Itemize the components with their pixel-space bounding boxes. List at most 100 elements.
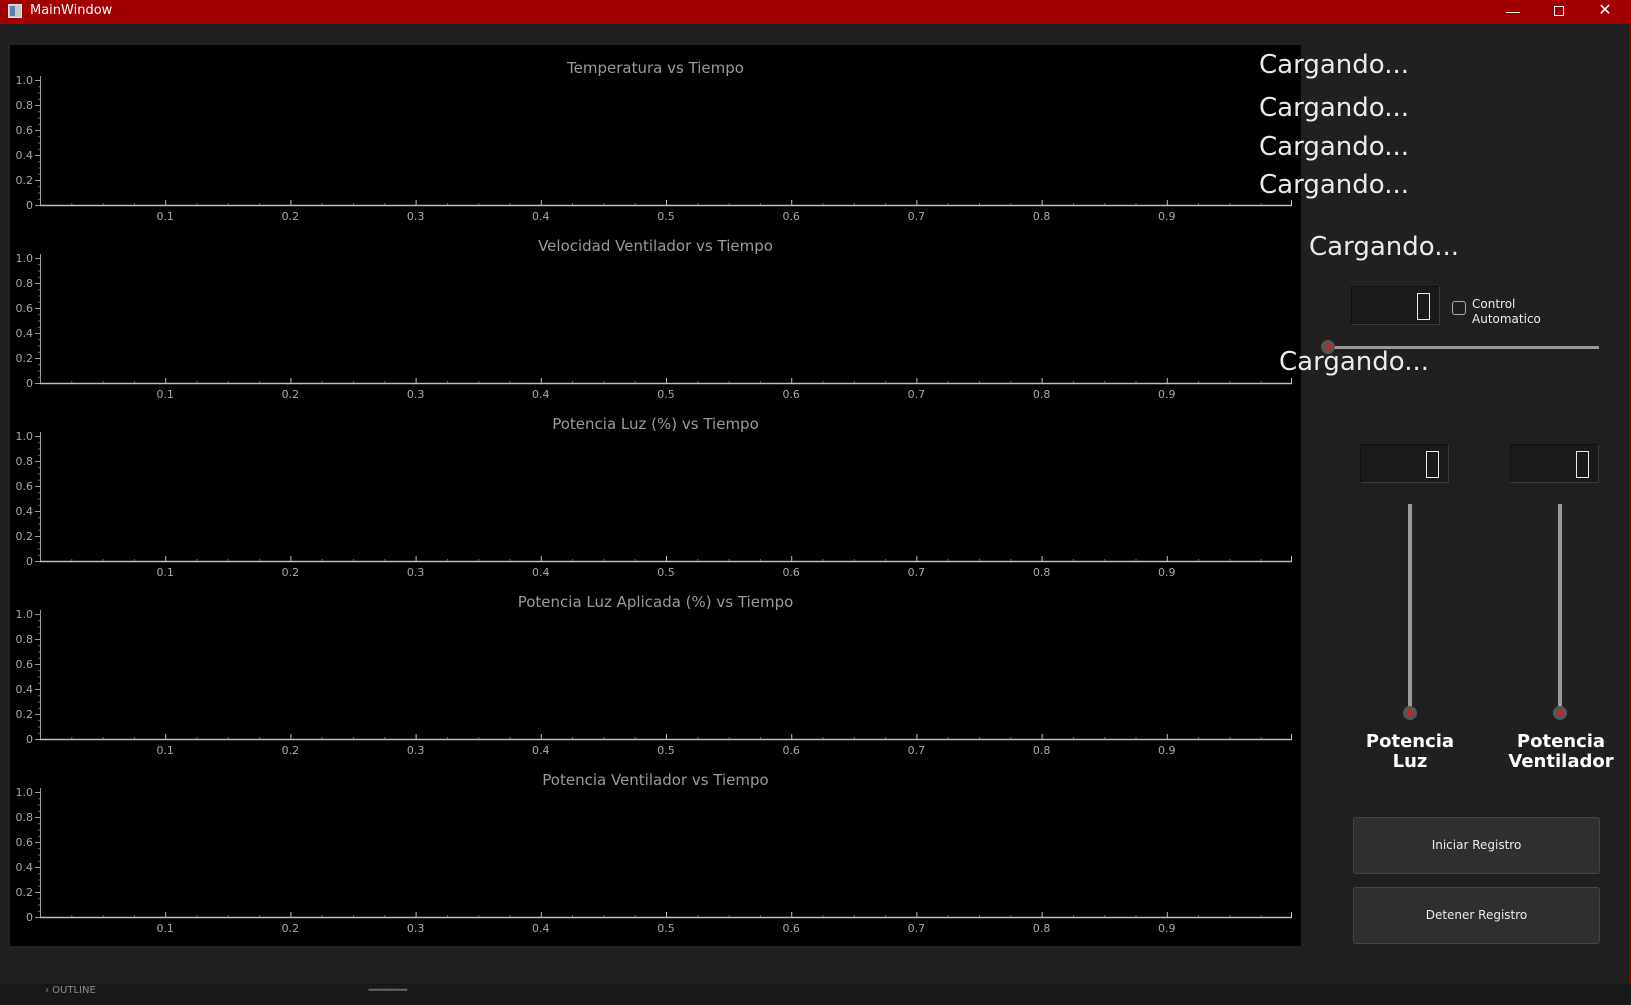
y-tick-label: 0.8 xyxy=(16,99,34,112)
x-tick-label: 0.3 xyxy=(407,566,425,579)
title-bar: MainWindow — ✕ xyxy=(0,0,1631,24)
plot-area: Temperatura vs Tiempo 0 0.2 0.4 0.6 0.8 1.0 0.1… xyxy=(10,45,1301,946)
x-tick-label: 0.8 xyxy=(1033,210,1051,223)
x-tick-label: 0.2 xyxy=(282,210,300,223)
y-tick-label: 0 xyxy=(26,911,33,924)
y-tick-label: 1.0 xyxy=(16,786,34,799)
y-tick-label: 0.4 xyxy=(16,327,34,340)
x-tick-label: 0.5 xyxy=(657,210,675,223)
x-tick-label: 0.1 xyxy=(156,566,174,579)
y-tick-label: 1.0 xyxy=(16,74,34,87)
y-tick-label: 0.6 xyxy=(16,658,34,671)
close-button[interactable]: ✕ xyxy=(1582,0,1628,24)
luz-slider-handle[interactable] xyxy=(1403,706,1417,720)
ventilador-slider-handle[interactable] xyxy=(1553,706,1567,720)
plot-canvas[interactable]: 0 0.2 0.4 0.6 0.8 1.0 0.1 0.2 0.3 0.4 0.5 0.6 0.7 0.8… xyxy=(10,45,1301,223)
ventilador-slider-track[interactable] xyxy=(1558,504,1562,714)
outline-label: › OUTLINE xyxy=(45,985,96,996)
x-tick-label: 0.7 xyxy=(908,922,926,935)
y-tick-label: 0.2 xyxy=(16,886,34,899)
y-tick-label: 0 xyxy=(26,377,33,390)
y-tick-label: 0.4 xyxy=(16,861,34,874)
ventilador-lcd-digit xyxy=(1576,451,1589,478)
y-tick-label: 0.6 xyxy=(16,124,34,137)
x-tick-label: 0.5 xyxy=(657,566,675,579)
plot-canvas[interactable]: 0 0.2 0.4 0.6 0.8 1.0 0.1 0.2 0.3 0.4 0.5 0.6 0.7 0.8… xyxy=(10,757,1301,935)
x-tick-label: 0.1 xyxy=(156,210,174,223)
x-tick-label: 0.5 xyxy=(657,744,675,757)
x-tick-label: 0.6 xyxy=(782,210,800,223)
x-tick-label: 0.7 xyxy=(908,744,926,757)
maximize-icon xyxy=(1554,6,1564,17)
ventilador-lcd-display xyxy=(1510,444,1599,483)
luz-slider[interactable] xyxy=(1403,504,1417,720)
control-status-text: Cargando... xyxy=(1279,347,1429,377)
y-tick-label: 0.2 xyxy=(16,174,34,187)
plot-canvas[interactable]: 0 0.2 0.4 0.6 0.8 1.0 0.1 0.2 0.3 0.4 0.5 0.6 0.7 0.8… xyxy=(10,579,1301,757)
x-tick-label: 0.8 xyxy=(1033,566,1051,579)
y-tick-label: 1.0 xyxy=(16,608,34,621)
maximize-button[interactable] xyxy=(1536,0,1582,24)
x-tick-label: 0.4 xyxy=(532,922,550,935)
luz-label: Potencia Luz xyxy=(1365,731,1455,772)
x-tick-label: 0.8 xyxy=(1033,388,1051,401)
y-tick-label: 0.2 xyxy=(16,530,34,543)
y-tick-label: 0.6 xyxy=(16,302,34,315)
luz-lcd-display xyxy=(1360,444,1449,483)
plot-3[interactable]: Potencia Luz (%) vs Tiempo 0 0.2 0.4 0.6 0.8 1… xyxy=(10,401,1301,579)
x-tick-label: 0.1 xyxy=(156,744,174,757)
x-tick-label: 0.5 xyxy=(657,922,675,935)
y-tick-label: 0.8 xyxy=(16,811,34,824)
y-tick-label: 0 xyxy=(26,733,33,746)
setpoint-lcd-digit xyxy=(1417,293,1430,320)
minimize-button[interactable]: — xyxy=(1490,0,1536,24)
y-tick-label: 1.0 xyxy=(16,430,34,443)
main-window: MainWindow — ✕ Temperatura vs Tiempo 0 0.2… xyxy=(0,0,1631,1005)
x-tick-label: 0.4 xyxy=(532,210,550,223)
x-tick-label: 0.4 xyxy=(532,566,550,579)
status-text-2: Cargando... xyxy=(1259,93,1409,123)
plot-1[interactable]: Temperatura vs Tiempo 0 0.2 0.4 0.6 0.8 1.0 0.1… xyxy=(10,45,1301,223)
luz-lcd-digit xyxy=(1426,451,1439,478)
plot-canvas[interactable]: 0 0.2 0.4 0.6 0.8 1.0 0.1 0.2 0.3 0.4 0.5 0.6 0.7 0.8… xyxy=(10,223,1301,401)
y-tick-label: 0.8 xyxy=(16,277,34,290)
x-tick-label: 0.8 xyxy=(1033,744,1051,757)
y-tick-label: 0.2 xyxy=(16,708,34,721)
x-tick-label: 0.2 xyxy=(282,922,300,935)
x-tick-label: 0.7 xyxy=(908,388,926,401)
x-tick-label: 0.7 xyxy=(908,566,926,579)
plot-5[interactable]: Potencia Ventilador vs Tiempo 0 0.2 0.4 0.6 0… xyxy=(10,757,1301,935)
x-tick-label: 0.6 xyxy=(782,388,800,401)
x-tick-label: 0.3 xyxy=(407,210,425,223)
y-tick-label: 0.4 xyxy=(16,149,34,162)
y-tick-label: 0.4 xyxy=(16,505,34,518)
status-text-1: Cargando... xyxy=(1259,50,1409,80)
x-tick-label: 0.1 xyxy=(156,388,174,401)
x-tick-label: 0.9 xyxy=(1158,388,1176,401)
plot-2[interactable]: Velocidad Ventilador vs Tiempo 0 0.2 0.4 0.6… xyxy=(10,223,1301,401)
stop-log-button[interactable]: Detener Registro xyxy=(1353,887,1600,944)
y-tick-label: 1.0 xyxy=(16,252,34,265)
y-tick-label: 0.6 xyxy=(16,480,34,493)
x-tick-label: 0.3 xyxy=(407,744,425,757)
luz-slider-track[interactable] xyxy=(1408,504,1412,714)
x-tick-label: 0.4 xyxy=(532,744,550,757)
y-tick-label: 0.4 xyxy=(16,683,34,696)
y-tick-label: 0.8 xyxy=(16,633,34,646)
checkbox-box[interactable] xyxy=(1452,301,1466,315)
plot-canvas[interactable]: 0 0.2 0.4 0.6 0.8 1.0 0.1 0.2 0.3 0.4 0.5 0.6 0.7 0.8… xyxy=(10,401,1301,579)
x-tick-label: 0.2 xyxy=(282,388,300,401)
x-tick-label: 0.7 xyxy=(908,210,926,223)
status-text-4: Cargando... xyxy=(1259,170,1409,200)
y-tick-label: 0 xyxy=(26,199,33,212)
background-strip: › OUTLINE •••••••••••••••••• xyxy=(0,984,1631,1005)
x-tick-label: 0.3 xyxy=(407,922,425,935)
x-tick-label: 0.4 xyxy=(532,388,550,401)
x-tick-label: 0.9 xyxy=(1158,566,1176,579)
plot-4[interactable]: Potencia Luz Aplicada (%) vs Tiempo 0 0.2 0… xyxy=(10,579,1301,757)
ventilador-slider[interactable] xyxy=(1553,504,1567,720)
app-icon xyxy=(8,4,22,18)
window-title: MainWindow xyxy=(30,3,113,18)
y-tick-label: 0.8 xyxy=(16,455,34,468)
start-log-button[interactable]: Iniciar Registro xyxy=(1353,817,1600,874)
